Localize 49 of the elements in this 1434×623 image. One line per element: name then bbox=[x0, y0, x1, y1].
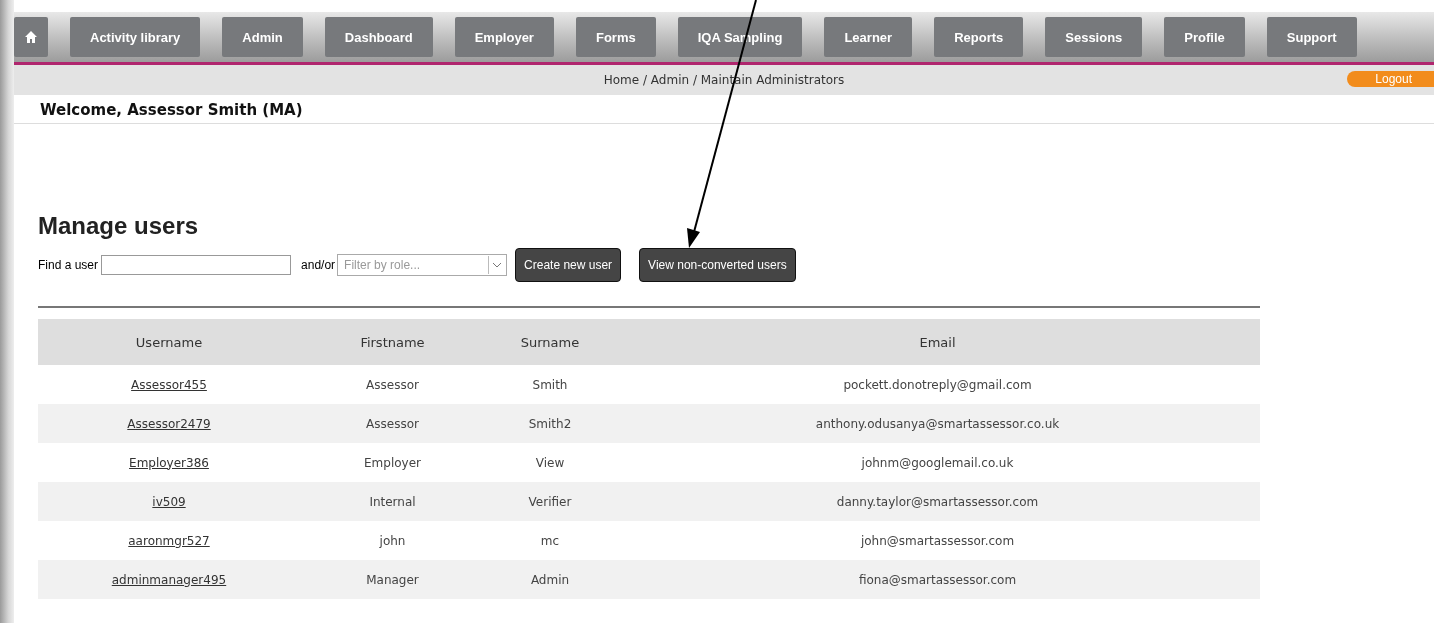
table-cell: Internal bbox=[300, 482, 485, 521]
joiner-text: and/or bbox=[301, 258, 336, 272]
table-cell: danny.taylor@smartassessor.com bbox=[615, 482, 1260, 521]
home-icon bbox=[24, 30, 38, 44]
page-heading: Manage users bbox=[38, 212, 200, 240]
role-dropdown[interactable]: Filter by role... bbox=[337, 254, 508, 276]
username-link[interactable]: Employer386 bbox=[129, 455, 209, 470]
nav-tab[interactable]: Forms bbox=[575, 17, 656, 57]
nav-tab[interactable]: Learner bbox=[824, 17, 913, 57]
username-link[interactable]: Assessor2479 bbox=[127, 416, 211, 431]
nav-tab[interactable]: Profile bbox=[1164, 17, 1245, 57]
nav-tab[interactable]: Reports bbox=[934, 17, 1024, 57]
username-link[interactable]: Assessor455 bbox=[131, 377, 207, 392]
table-cell: Verifier bbox=[485, 482, 615, 521]
search-field[interactable] bbox=[101, 255, 292, 275]
table-cell: Manager bbox=[300, 560, 485, 599]
nav-tab[interactable]: Support bbox=[1266, 17, 1357, 57]
table-cell: johnm@googlemail.co.uk bbox=[615, 443, 1260, 482]
column-header: Username bbox=[38, 319, 300, 365]
nav-tab[interactable]: Admin bbox=[222, 17, 303, 57]
table-cell: john bbox=[300, 521, 485, 560]
table-cell: Smith bbox=[485, 365, 615, 404]
table-cell: Assessor bbox=[300, 365, 485, 404]
table-cell: Employer bbox=[300, 443, 485, 482]
table-cell: anthony.odusanya@smartassessor.co.uk bbox=[615, 404, 1260, 443]
welcome-text: Welcome, Assessor Smith (MA) bbox=[14, 95, 1434, 124]
nav-tab[interactable]: Sessions bbox=[1045, 17, 1143, 57]
search-label: Find a user bbox=[38, 258, 99, 272]
column-header: Email bbox=[615, 319, 1260, 365]
table-cell: Admin bbox=[485, 560, 615, 599]
home-button[interactable] bbox=[14, 17, 48, 57]
table-cell: john@smartassessor.com bbox=[615, 521, 1260, 560]
table-cell: Assessor bbox=[300, 404, 485, 443]
nav-tab[interactable]: Employer bbox=[454, 17, 554, 57]
table-cell: View bbox=[485, 443, 615, 482]
column-header: Firstname bbox=[300, 319, 485, 365]
action-button[interactable]: View non-converted users bbox=[639, 248, 796, 282]
table-cell: pockett.donotreply@gmail.com bbox=[615, 365, 1260, 404]
username-link[interactable]: aaronmgr527 bbox=[128, 533, 210, 548]
username-link[interactable]: adminmanager495 bbox=[111, 572, 227, 587]
nav-tab[interactable]: Activity library bbox=[70, 17, 201, 57]
nav-tab[interactable]: Dashboard bbox=[324, 17, 433, 57]
action-button[interactable]: Create new user bbox=[515, 248, 622, 282]
table-cell: Smith2 bbox=[485, 404, 615, 443]
username-link[interactable]: iv509 bbox=[152, 494, 186, 509]
table-cell: fiona@smartassessor.com bbox=[615, 560, 1260, 599]
column-header: Surname bbox=[485, 319, 615, 365]
logout-button[interactable]: Logout bbox=[1347, 71, 1434, 87]
table-cell: mc bbox=[485, 521, 615, 560]
